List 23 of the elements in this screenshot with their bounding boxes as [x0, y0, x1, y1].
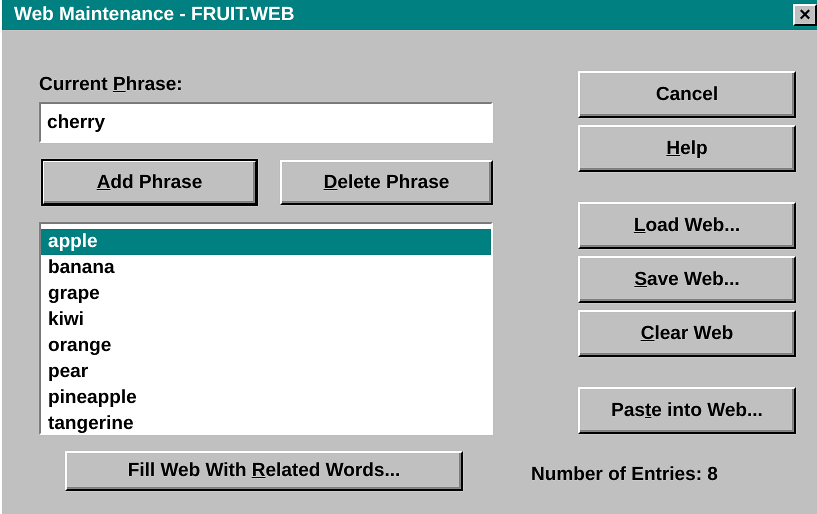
list-item[interactable]: banana	[41, 255, 491, 281]
entries-count: Number of Entries: 8	[531, 464, 718, 486]
current-phrase-label: Current Phrase:	[39, 73, 184, 97]
phrase-button[interactable]: Delete Phrase	[280, 160, 493, 205]
phrase-button[interactable]: Add Phrase	[42, 160, 257, 205]
list-item[interactable]: pineapple	[41, 385, 491, 411]
side-button[interactable]: Clear Web	[578, 310, 796, 357]
list-item[interactable]: tangerine	[41, 411, 491, 437]
window-title: Web Maintenance - FRUIT.WEB	[14, 4, 294, 26]
side-button[interactable]: Cancel	[578, 71, 796, 118]
side-button[interactable]: Save Web...	[578, 256, 796, 303]
side-button[interactable]: Load Web...	[578, 202, 796, 249]
phrase-field[interactable]: cherry	[39, 102, 493, 143]
side-button[interactable]: Paste into Web...	[578, 387, 796, 434]
list-item[interactable]: grape	[41, 281, 491, 307]
fill-web-button[interactable]: Fill Web With Related Words...	[65, 451, 463, 491]
list-item[interactable]: orange	[41, 333, 491, 359]
close-button[interactable]: ×	[793, 4, 817, 26]
side-button[interactable]: Help	[578, 125, 796, 172]
list-item[interactable]: kiwi	[41, 307, 491, 333]
phrase-list[interactable]: apple banana grape kiwi orange pear pineapple tangerine	[39, 222, 493, 435]
list-item[interactable]: apple	[41, 229, 491, 255]
list-item[interactable]: pear	[41, 359, 491, 385]
